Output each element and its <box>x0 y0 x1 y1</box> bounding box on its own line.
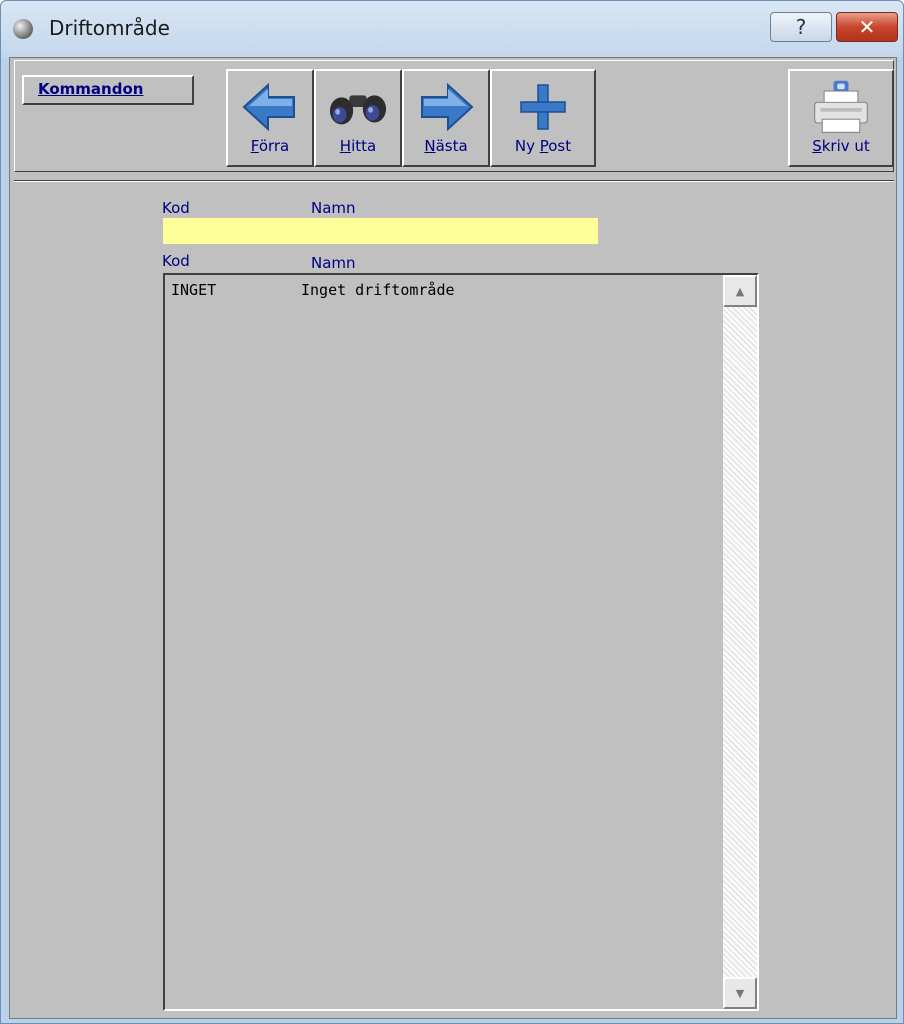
separator <box>14 180 894 182</box>
kod-input[interactable] <box>163 218 312 244</box>
help-icon: ? <box>795 15 807 39</box>
right-arrow-icon <box>416 81 476 133</box>
left-arrow-icon <box>240 81 300 133</box>
app-window: Driftområde ? ✕ Kommandon Förra Hitta Nä… <box>0 0 904 1024</box>
namn-input[interactable] <box>312 218 598 244</box>
previous-button[interactable]: Förra <box>226 69 314 167</box>
close-icon: ✕ <box>858 15 876 39</box>
kod-label: Kod <box>162 199 190 217</box>
list-item[interactable]: INGET Inget driftområde <box>171 281 455 299</box>
print-button[interactable]: Skriv ut <box>788 69 894 167</box>
scroll-down-icon: ▼ <box>735 986 745 1000</box>
result-list[interactable]: INGET Inget driftområde ▲ ▼ <box>163 273 759 1011</box>
app-icon <box>13 19 33 39</box>
title-bar[interactable]: Driftområde ? ✕ <box>1 1 903 57</box>
list-item-namn: Inget driftområde <box>301 281 455 299</box>
vertical-scrollbar[interactable]: ▲ ▼ <box>723 275 757 1009</box>
scroll-up-icon: ▲ <box>735 284 745 298</box>
scroll-down-button[interactable]: ▼ <box>723 977 757 1009</box>
scroll-up-button[interactable]: ▲ <box>723 275 757 307</box>
list-kod-header: Kod <box>162 252 190 270</box>
list-namn-header: Namn <box>311 254 356 272</box>
help-button[interactable]: ? <box>770 12 832 42</box>
namn-label: Namn <box>311 199 356 217</box>
find-label: Hitta <box>339 137 377 155</box>
binoculars-icon <box>328 81 388 133</box>
commands-label: Kommandon <box>38 80 144 98</box>
commands-button[interactable]: Kommandon <box>22 75 194 105</box>
next-button[interactable]: Nästa <box>402 69 490 167</box>
list-item-kod: INGET <box>171 281 217 299</box>
close-button[interactable]: ✕ <box>836 12 898 42</box>
print-label: Skriv ut <box>812 137 870 155</box>
printer-icon <box>811 80 871 133</box>
window-title: Driftområde <box>49 16 170 40</box>
previous-label: Förra <box>250 137 290 155</box>
form-area: Kommandon Förra Hitta Nästa Ny Post Skri… <box>9 57 897 1019</box>
new-post-button[interactable]: Ny Post <box>490 69 596 167</box>
next-label: Nästa <box>424 137 468 155</box>
find-button[interactable]: Hitta <box>314 69 402 167</box>
plus-icon <box>513 81 573 133</box>
new-post-label: Ny Post <box>514 137 572 155</box>
toolbar: Kommandon Förra Hitta Nästa Ny Post Skri… <box>14 60 894 172</box>
